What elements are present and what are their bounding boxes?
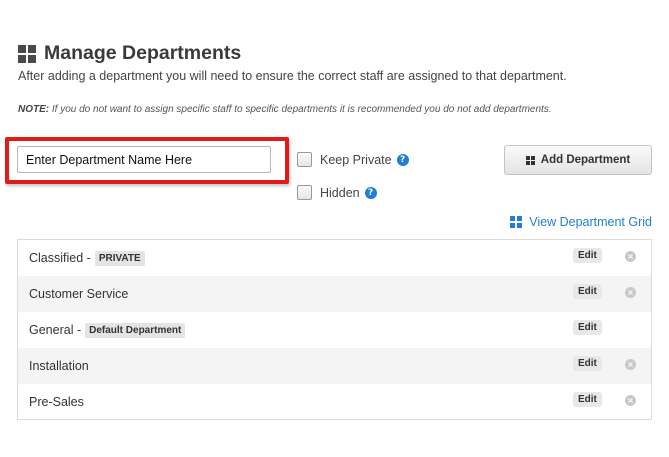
list-item: Installation Edit × xyxy=(18,348,651,384)
remove-icon[interactable]: × xyxy=(625,359,636,370)
list-item: Pre-Sales Edit × xyxy=(18,384,651,420)
keep-private-label: Keep Private xyxy=(320,152,392,167)
page-title: Manage Departments xyxy=(44,42,242,64)
help-icon[interactable]: ? xyxy=(364,186,377,199)
department-name-input[interactable] xyxy=(17,146,271,173)
help-icon[interactable]: ? xyxy=(396,153,409,166)
list-item: Customer Service Edit × xyxy=(18,276,651,312)
view-department-grid-label: View Department Grid xyxy=(529,215,652,229)
view-department-grid-link[interactable]: View Department Grid xyxy=(510,215,652,229)
grid-icon xyxy=(525,155,535,165)
department-name: Pre-Sales xyxy=(29,395,84,409)
page-header: Manage Departments xyxy=(18,42,241,65)
keep-private-checkbox[interactable] xyxy=(297,152,312,167)
edit-button[interactable]: Edit xyxy=(573,392,602,407)
list-item: General - Default Department Edit xyxy=(18,312,651,348)
keep-private-option[interactable]: Keep Private ? xyxy=(297,152,409,167)
page-note: NOTE: If you do not want to assign speci… xyxy=(18,104,552,115)
status-badge: Default Department xyxy=(85,322,186,338)
hidden-checkbox[interactable] xyxy=(297,185,312,200)
edit-button[interactable]: Edit xyxy=(573,284,602,299)
hidden-option[interactable]: Hidden ? xyxy=(297,185,377,200)
department-name: Installation xyxy=(29,359,89,373)
department-name: Customer Service xyxy=(29,287,129,301)
department-name: General - xyxy=(29,323,82,337)
note-text: If you do not want to assign specific st… xyxy=(49,104,552,115)
list-item: Classified - PRIVATE Edit × xyxy=(18,240,651,276)
edit-button[interactable]: Edit xyxy=(573,320,602,335)
note-label: NOTE: xyxy=(18,104,50,115)
remove-icon[interactable]: × xyxy=(625,395,636,406)
department-name: Classified - xyxy=(29,251,91,265)
hidden-label: Hidden xyxy=(320,185,360,200)
add-department-label: Add Department xyxy=(540,154,631,166)
grid-icon xyxy=(18,44,36,63)
edit-button[interactable]: Edit xyxy=(573,248,602,263)
add-department-button[interactable]: Add Department xyxy=(504,145,652,175)
remove-icon[interactable]: × xyxy=(625,251,636,262)
status-badge: PRIVATE xyxy=(94,250,145,266)
remove-icon[interactable]: × xyxy=(625,287,636,298)
grid-icon xyxy=(510,216,523,228)
page-subtitle: After adding a department you will need … xyxy=(18,69,567,83)
edit-button[interactable]: Edit xyxy=(573,356,602,371)
department-list: Classified - PRIVATE Edit × Customer Ser… xyxy=(17,239,652,420)
